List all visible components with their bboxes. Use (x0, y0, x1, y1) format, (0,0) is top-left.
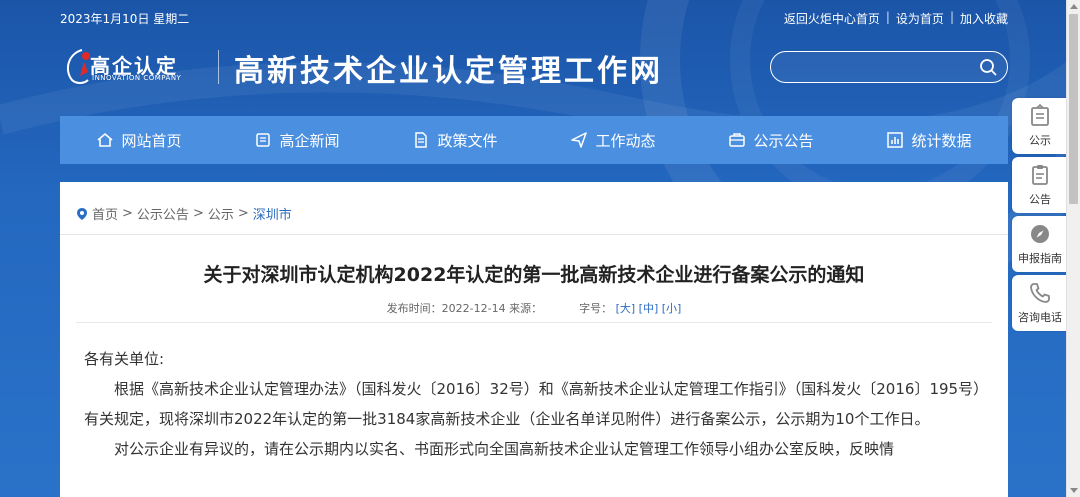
divider (76, 322, 992, 323)
nav-item-policy[interactable]: 政策文件 (376, 116, 534, 164)
divider (60, 234, 1008, 235)
font-size-large[interactable]: [大] (616, 302, 636, 315)
chart-icon (887, 132, 904, 148)
separator: | (949, 10, 954, 24)
nav-item-announcements[interactable]: 公示公告 (692, 116, 850, 164)
scrollbar-thumb[interactable] (1069, 14, 1078, 204)
side-button-phone[interactable]: 咨询电话 (1012, 275, 1068, 331)
article-paragraph: 对公示企业有异议的，请在公示期内以实名、书面形式向全国高新技术企业认定管理工作领… (114, 440, 895, 458)
scroll-down-icon[interactable] (1070, 488, 1078, 493)
vertical-scrollbar[interactable] (1066, 0, 1080, 497)
search-input[interactable] (785, 58, 975, 78)
nav-item-label: 高企新闻 (279, 131, 340, 150)
side-button-label: 公告 (1029, 193, 1051, 206)
nav-item-label: 工作动态 (595, 131, 656, 150)
torch-home-link[interactable]: 返回火炬中心首页 (784, 10, 880, 27)
top-bar: 2023年1月10日 星期二 返回火炬中心首页 | 设为首页 | 加入收藏 (60, 0, 1008, 36)
salutation: 各有关单位: (84, 350, 165, 368)
notice-board-icon (1031, 104, 1049, 126)
nav-item-news[interactable]: 高企新闻 (218, 116, 376, 164)
breadcrumb-home[interactable]: 首页 (92, 204, 118, 223)
current-date: 2023年1月10日 星期二 (60, 12, 190, 26)
breadcrumb-current[interactable]: 深圳市 (253, 204, 292, 223)
side-toolbar: 公示 公告 申报指南 咨询电话 (1012, 98, 1068, 334)
compass-icon (1031, 225, 1049, 243)
scroll-up-icon[interactable] (1070, 4, 1078, 9)
breadcrumb: 首页 > 公示公告 > 公示 > 深圳市 (76, 204, 292, 223)
breadcrumb-separator: > (237, 206, 249, 221)
separator: | (885, 10, 890, 24)
breadcrumb-separator: > (122, 206, 133, 221)
logo-divider (218, 50, 219, 84)
home-icon (97, 132, 114, 147)
news-icon (256, 133, 271, 147)
nav-item-statistics[interactable]: 统计数据 (850, 116, 1008, 164)
nav-item-label: 政策文件 (437, 131, 498, 150)
font-size-small[interactable]: [小] (662, 302, 682, 315)
top-links: 返回火炬中心首页 | 设为首页 | 加入收藏 (784, 10, 1008, 27)
breadcrumb-announcements[interactable]: 公示公告 (137, 204, 189, 223)
briefcase-icon (729, 133, 746, 147)
breadcrumb-notice[interactable]: 公示 (208, 204, 234, 223)
main-nav: 网站首页 高企新闻 政策文件 工作动态 公示公告 统计数据 (60, 116, 1008, 164)
search-box[interactable] (770, 51, 1008, 83)
nav-item-home[interactable]: 网站首页 (60, 116, 218, 164)
font-size-label: 字号： (579, 302, 613, 315)
clipboard-icon (1032, 165, 1048, 185)
set-homepage-link[interactable]: 设为首页 (896, 10, 944, 27)
article-title: 关于对深圳市认定机构2022年认定的第一批高新技术企业进行备案公示的通知 (203, 264, 865, 286)
site-title: 高新技术企业认定管理工作网 (234, 54, 663, 89)
article-panel: 首页 > 公示公告 > 公示 > 深圳市 关于对深圳市认定机构2022年认定的第… (60, 182, 1008, 497)
side-button-notice[interactable]: 公示 (1012, 98, 1068, 154)
side-button-label: 咨询电话 (1018, 311, 1062, 324)
breadcrumb-separator: > (192, 206, 204, 221)
article-meta: 发布时间：2022-12-14 来源： 字号： [大] [中] [小] (60, 300, 1008, 316)
nav-item-label: 公示公告 (753, 131, 814, 150)
nav-item-work-news[interactable]: 工作动态 (534, 116, 692, 164)
search-icon[interactable] (979, 58, 997, 76)
document-icon (415, 132, 428, 148)
site-logo[interactable]: 高企认定 INNOVATION COMPANY (62, 44, 212, 88)
side-button-announcement[interactable]: 公告 (1012, 157, 1068, 213)
side-button-label: 公示 (1029, 134, 1051, 147)
side-button-guide[interactable]: 申报指南 (1012, 216, 1068, 272)
nav-item-label: 网站首页 (121, 131, 182, 150)
logo-subtext: INNOVATION COMPANY (92, 74, 182, 82)
add-favorite-link[interactable]: 加入收藏 (960, 10, 1008, 27)
send-icon (571, 132, 588, 148)
publish-info: 发布时间：2022-12-14 来源： (386, 302, 543, 315)
location-pin-icon (77, 207, 87, 220)
article-paragraph: 根据《高新技术企业认定管理办法》（国科发火〔2016〕32号）和《高新技术企业认… (84, 380, 981, 428)
article-body: 各有关单位: 根据《高新技术企业认定管理办法》（国科发火〔2016〕32号）和《… (84, 344, 988, 464)
side-button-label: 申报指南 (1018, 252, 1062, 265)
phone-icon (1030, 283, 1050, 303)
font-size-medium[interactable]: [中] (639, 302, 659, 315)
nav-item-label: 统计数据 (911, 131, 972, 150)
